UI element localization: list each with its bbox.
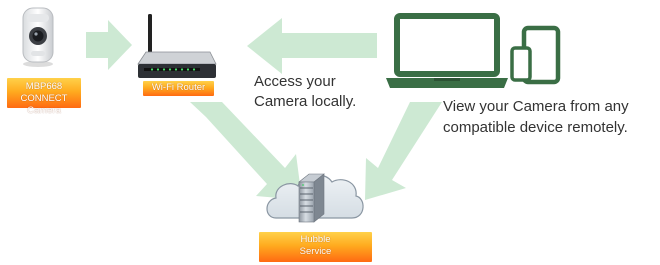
wifi-router-icon — [134, 12, 218, 82]
remote-access-caption: View your Camera from any compatible dev… — [443, 96, 629, 138]
laptop-icon — [386, 13, 508, 88]
baby-camera-icon — [18, 6, 58, 68]
local-access-caption: Access your Camera locally. — [254, 72, 356, 112]
local-access-line-1: Access your — [254, 73, 336, 90]
service-label: Hubble Service — [259, 232, 372, 262]
service-type-text: Service — [299, 246, 332, 257]
remote-access-line-1: View your Camera from any — [443, 98, 629, 115]
device-to-router-arrow — [247, 18, 377, 74]
service-name-text: Hubble — [300, 234, 331, 245]
remote-access-line-2: compatible device remotely. — [443, 119, 628, 136]
camera-model-text: MBP668 CONNECT — [20, 81, 68, 104]
camera-label: MBP668 CONNECT Camera — [7, 78, 81, 116]
cloud-server-icon — [262, 156, 366, 232]
camera-to-router-arrow — [86, 20, 132, 70]
phone-icon — [510, 46, 532, 82]
router-label: Wi-Fi Router — [143, 81, 214, 96]
router-label-text: Wi-Fi Router — [151, 82, 206, 93]
local-access-line-2: Camera locally. — [254, 93, 357, 110]
connection-diagram: MBP668 CONNECT Camera Wi-Fi Router Acces… — [0, 0, 660, 265]
camera-type-text: Camera — [27, 105, 61, 116]
remote-devices-icon — [384, 12, 564, 90]
device-to-cloud-arrow — [365, 102, 442, 200]
